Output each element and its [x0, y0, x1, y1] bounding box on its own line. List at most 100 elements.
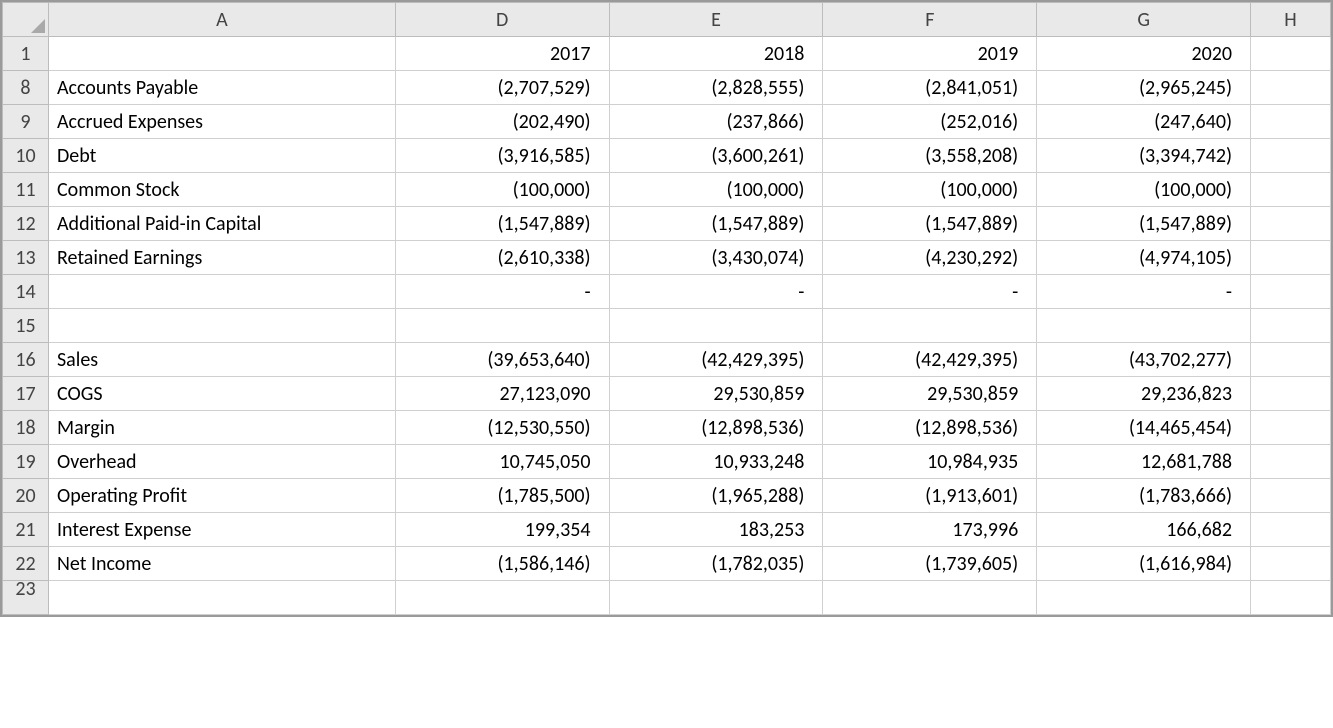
cell[interactable]: (1,616,984) [1037, 547, 1251, 581]
cell[interactable]: Accounts Payable [48, 71, 395, 105]
cell[interactable]: (1,782,035) [609, 547, 823, 581]
cell[interactable]: (43,702,277) [1037, 343, 1251, 377]
cell[interactable]: (1,913,601) [823, 479, 1037, 513]
cell[interactable]: Interest Expense [48, 513, 395, 547]
cell[interactable]: (100,000) [1037, 173, 1251, 207]
cell[interactable] [1251, 377, 1331, 411]
col-header-E[interactable]: E [609, 3, 823, 37]
row-header[interactable]: 9 [3, 105, 49, 139]
row-header[interactable]: 20 [3, 479, 49, 513]
cell[interactable] [1037, 309, 1251, 343]
cell[interactable] [1037, 581, 1251, 615]
cell[interactable]: - [395, 275, 609, 309]
cell[interactable]: COGS [48, 377, 395, 411]
cell[interactable] [48, 309, 395, 343]
cell[interactable] [1251, 275, 1331, 309]
cell[interactable]: 29,530,859 [823, 377, 1037, 411]
cell[interactable]: - [1037, 275, 1251, 309]
cell[interactable]: 29,530,859 [609, 377, 823, 411]
cell[interactable]: (247,640) [1037, 105, 1251, 139]
cell[interactable]: Margin [48, 411, 395, 445]
cell[interactable]: (12,898,536) [609, 411, 823, 445]
row-header[interactable]: 10 [3, 139, 49, 173]
cell[interactable]: 27,123,090 [395, 377, 609, 411]
cell[interactable]: (2,841,051) [823, 71, 1037, 105]
cell[interactable]: (1,547,889) [1037, 207, 1251, 241]
row-header[interactable]: 13 [3, 241, 49, 275]
cell[interactable]: Sales [48, 343, 395, 377]
cell[interactable]: (42,429,395) [823, 343, 1037, 377]
cell[interactable] [1251, 241, 1331, 275]
cell[interactable] [1251, 207, 1331, 241]
row-header[interactable]: 15 [3, 309, 49, 343]
row-header[interactable]: 21 [3, 513, 49, 547]
cell[interactable]: (2,965,245) [1037, 71, 1251, 105]
cell[interactable] [1251, 547, 1331, 581]
row-header[interactable]: 23 [3, 581, 49, 615]
cell[interactable]: (100,000) [609, 173, 823, 207]
cell[interactable] [1251, 513, 1331, 547]
cell[interactable] [395, 309, 609, 343]
cell[interactable] [823, 309, 1037, 343]
cell[interactable]: (1,739,605) [823, 547, 1037, 581]
row-header[interactable]: 12 [3, 207, 49, 241]
cell[interactable]: (1,547,889) [609, 207, 823, 241]
cell[interactable]: 10,933,248 [609, 445, 823, 479]
cell[interactable]: Additional Paid-in Capital [48, 207, 395, 241]
cell[interactable] [48, 275, 395, 309]
cell[interactable]: - [609, 275, 823, 309]
cell[interactable]: (12,530,550) [395, 411, 609, 445]
cell[interactable]: (252,016) [823, 105, 1037, 139]
cell[interactable]: (100,000) [395, 173, 609, 207]
cell[interactable]: Debt [48, 139, 395, 173]
cell[interactable]: (100,000) [823, 173, 1037, 207]
cell[interactable]: (42,429,395) [609, 343, 823, 377]
cell[interactable]: Net Income [48, 547, 395, 581]
cell[interactable] [1251, 37, 1331, 71]
cell[interactable]: (4,974,105) [1037, 241, 1251, 275]
cell[interactable] [1251, 71, 1331, 105]
row-header[interactable]: 22 [3, 547, 49, 581]
cell[interactable]: 2017 [395, 37, 609, 71]
cell[interactable]: (14,465,454) [1037, 411, 1251, 445]
cell[interactable]: (3,558,208) [823, 139, 1037, 173]
cell[interactable] [48, 37, 395, 71]
cell[interactable]: 173,996 [823, 513, 1037, 547]
cell[interactable] [1251, 445, 1331, 479]
cell[interactable] [823, 581, 1037, 615]
spreadsheet-grid[interactable]: A D E F G H 120172018201920208Accounts P… [0, 0, 1333, 617]
col-header-G[interactable]: G [1037, 3, 1251, 37]
cell[interactable]: (4,230,292) [823, 241, 1037, 275]
cell[interactable] [48, 581, 395, 615]
cell[interactable]: 199,354 [395, 513, 609, 547]
cell[interactable]: Retained Earnings [48, 241, 395, 275]
cell[interactable] [1251, 479, 1331, 513]
col-header-A[interactable]: A [48, 3, 395, 37]
cell[interactable] [1251, 105, 1331, 139]
cell[interactable]: 29,236,823 [1037, 377, 1251, 411]
cell[interactable]: 2018 [609, 37, 823, 71]
cell[interactable]: Operating Profit [48, 479, 395, 513]
cell[interactable]: 2019 [823, 37, 1037, 71]
cell[interactable]: (1,785,500) [395, 479, 609, 513]
col-header-D[interactable]: D [395, 3, 609, 37]
row-header[interactable]: 8 [3, 71, 49, 105]
row-header[interactable]: 17 [3, 377, 49, 411]
row-header[interactable]: 16 [3, 343, 49, 377]
cell[interactable] [609, 309, 823, 343]
cell[interactable]: Common Stock [48, 173, 395, 207]
cell[interactable]: 166,682 [1037, 513, 1251, 547]
cell[interactable]: 2020 [1037, 37, 1251, 71]
cell[interactable]: 12,681,788 [1037, 445, 1251, 479]
cell[interactable]: (2,707,529) [395, 71, 609, 105]
cell[interactable]: (237,866) [609, 105, 823, 139]
cell[interactable]: (2,828,555) [609, 71, 823, 105]
cell[interactable]: Overhead [48, 445, 395, 479]
cell[interactable]: (3,430,074) [609, 241, 823, 275]
cell[interactable]: (39,653,640) [395, 343, 609, 377]
cell[interactable]: - [823, 275, 1037, 309]
cell[interactable]: 183,253 [609, 513, 823, 547]
cell[interactable]: (1,586,146) [395, 547, 609, 581]
row-header[interactable]: 14 [3, 275, 49, 309]
cell[interactable]: (1,547,889) [395, 207, 609, 241]
